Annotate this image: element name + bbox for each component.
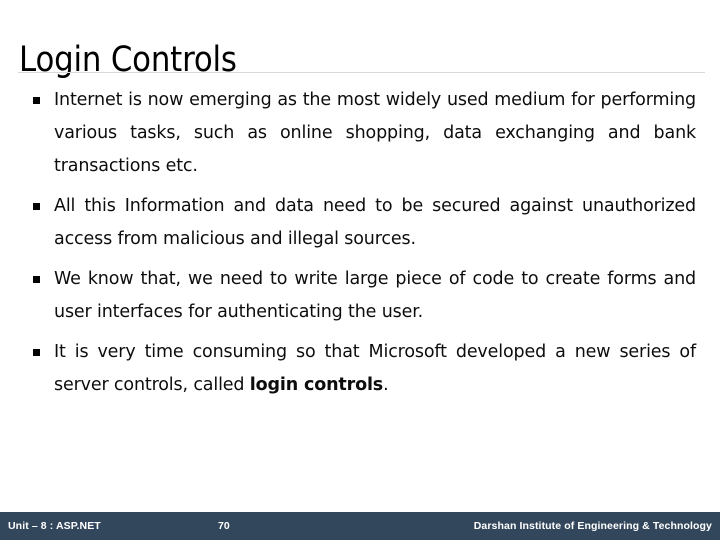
slide-footer: Unit – 8 : ASP.NET 70 Darshan Institute … [0, 512, 720, 540]
black-square-bullet-icon [33, 276, 40, 283]
slide-canvas: Login Controls Internet is now emerging … [0, 0, 720, 540]
footer-unit-label: Unit – 8 : ASP.NET [8, 520, 101, 532]
black-square-bullet-icon [33, 203, 40, 210]
page-title: Login Controls [19, 40, 237, 81]
footer-institute-name: Darshan Institute of Engineering & Techn… [473, 520, 712, 532]
list-item: We know that, we need to write large pie… [30, 263, 696, 329]
list-item-text-after: . [383, 375, 389, 395]
black-square-bullet-icon [33, 97, 40, 104]
black-square-bullet-icon [33, 349, 40, 356]
list-item-text: All this Information and data need to be… [54, 190, 696, 256]
list-item-text: It is very time consuming so that Micros… [54, 336, 696, 402]
bullet-list: Internet is now emerging as the most wid… [30, 84, 696, 402]
list-item-text: We know that, we need to write large pie… [54, 263, 696, 329]
list-item-text-before: We know that, we need to write large pie… [54, 269, 696, 322]
list-item: It is very time consuming so that Micros… [30, 336, 696, 402]
list-item-text-bold: login controls [249, 375, 384, 395]
list-item-text-before: Internet is now emerging as the most wid… [54, 90, 696, 176]
list-item: Internet is now emerging as the most wid… [30, 84, 696, 183]
list-item-text-before: All this Information and data need to be… [54, 196, 696, 249]
title-divider [18, 72, 705, 73]
footer-page-number: 70 [218, 520, 230, 532]
list-item: All this Information and data need to be… [30, 190, 696, 256]
list-item-text: Internet is now emerging as the most wid… [54, 84, 696, 183]
